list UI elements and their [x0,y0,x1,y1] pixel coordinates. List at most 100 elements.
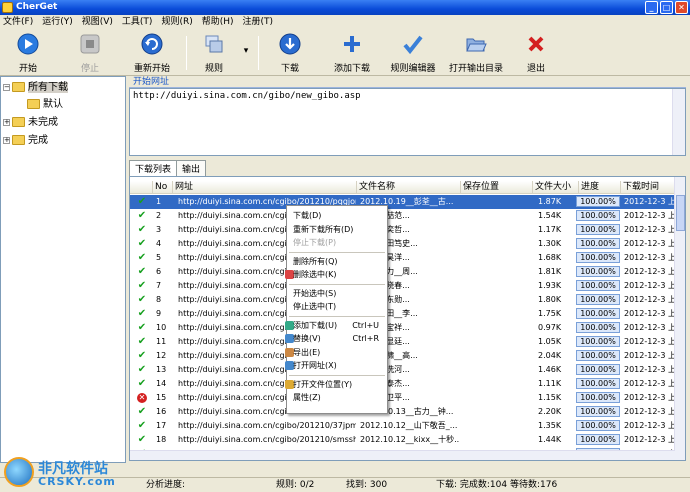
menu-help[interactable]: 帮助(H) [199,15,240,29]
url-scrollbar[interactable] [672,89,685,155]
rules-icon [205,35,223,53]
minimize-button[interactable]: _ [645,1,658,14]
context-menu-item[interactable]: 删除选中(K) [285,268,387,281]
tree-node-default[interactable]: 默认 [27,97,63,113]
menu-register[interactable]: 注册(T) [240,15,280,29]
rules-dropdown-arrow[interactable]: ▾ [240,46,252,56]
col-file-size[interactable]: 文件大小 [532,181,578,194]
check-icon: ✔ [137,435,147,445]
table-row[interactable]: ✔ 17 http://duiyi.sina.com.cn/cgibo/201210… [130,419,675,433]
context-menu-item[interactable]: 停止下载(P) [287,236,387,249]
table-row[interactable]: ✔ 6 http://duiyi.sina.com.cn/cgi 17__古力__周.… [130,265,675,279]
table-row[interactable]: ✔13http://duiyi.sina.com.cn/cgi15__罗洗河..… [130,363,675,377]
cell-progress: 100.00% [576,364,620,375]
cell-no: 11 [156,337,167,346]
cell-time: 2012-12-3 上 [624,267,674,276]
download-list: No 网址 文件名称 保存位置 文件大小 进度 下载时间 ✔ 1 http://du… [129,176,686,461]
col-progress[interactable]: 进度 [578,181,620,194]
col-save-location[interactable]: 保存位置 [460,181,532,194]
context-menu-item[interactable]: 打开文件位置(Y) [285,378,387,391]
cell-size: 1.54K [538,211,562,220]
table-row[interactable]: ✔5http://duiyi.sina.com.cn/cgi18__王昊洋...… [130,251,675,265]
add-download-button[interactable]: 添加下载 [330,33,374,74]
menu-file[interactable]: 文件(F) [0,15,39,29]
cell-time: 2012-12-3 上 [624,239,674,248]
cell-progress: 100.00% [576,336,620,347]
start-url-textarea[interactable]: http://duiyi.sina.com.cn/gibo/new_gibo.a… [129,88,686,156]
table-row[interactable]: ✔10http://duiyi.sina.com.cn/cgi16__白宝祥..… [130,321,675,335]
context-menu-item[interactable]: 开始选中(S) [287,287,387,300]
context-menu-item[interactable]: 停止选中(T) [287,300,387,313]
scroll-thumb[interactable] [676,195,685,231]
open-output-button[interactable]: 打开输出目录 [446,33,506,74]
tree-node-unfinished[interactable]: + 未完成 [3,115,58,131]
cell-size: 2.20K [538,407,562,416]
edit-icon [403,35,423,55]
cell-progress: 100.00% [576,308,620,319]
col-status[interactable] [130,181,152,194]
cell-size: 0.97K [538,323,562,332]
maximize-button[interactable]: □ [660,1,673,14]
tree-node-finished[interactable]: + 完成 [3,133,48,149]
menu-rules[interactable]: 规则(R) [158,15,198,29]
start-button[interactable]: 开始 [10,33,46,74]
col-download-time[interactable]: 下载时间 [620,181,675,194]
col-no[interactable]: No [152,181,172,194]
table-row[interactable]: ✔2http://duiyi.sina.com.cn/cgi19__李喆范...… [130,209,675,223]
tree-label-default: 默认 [43,99,63,110]
check-icon: ✔ [137,239,147,249]
check-icon: ✔ [137,281,147,291]
table-row[interactable]: ✔11http://duiyi.sina.com.cn/cgi16__朱显廷..… [130,335,675,349]
table-row[interactable]: ✕15http://duiyi.sina.com.cn/cgi13__聂卫平..… [130,391,675,405]
rules-button[interactable]: 规则 [196,33,232,74]
rule-editor-button[interactable]: 规则编辑器 [388,33,438,74]
context-menu-item[interactable]: 下载(D) [287,209,387,222]
tree-node-all[interactable]: − 所有下载 [3,80,68,96]
context-menu-item[interactable]: 替换(V) Ctrl+R [285,332,387,345]
context-menu-item[interactable]: 导出(E) [285,346,387,359]
table-row[interactable]: ✔ 12 http://duiyi.sina.com.cn/cgi 16__檀啸__高… [130,349,675,363]
tab-download-list[interactable]: 下载列表 [129,160,178,177]
table-row[interactable]: ✔14http://duiyi.sina.com.cn/cgi15__李泰杰..… [130,377,675,391]
table-row[interactable]: ✔ 1 http://duiyi.sina.com.cn/cgibo/201210/… [130,195,675,209]
tree-label-all: 所有下载 [28,82,68,93]
list-hscrollbar[interactable] [130,450,675,460]
stop-button[interactable]: 停止 [72,33,108,74]
collapse-icon[interactable]: − [3,83,10,91]
context-menu-label: 重新下载所有(D) [293,224,354,234]
table-row[interactable]: ✔8http://duiyi.sina.com.cn/cgi17__李东勋...… [130,293,675,307]
menu-separator [289,283,385,285]
col-url[interactable]: 网址 [172,181,356,194]
check-icon: ✔ [137,267,147,277]
table-row[interactable]: ✔3http://duiyi.sina.com.cn/cgi18__唐奕哲...… [130,223,675,237]
table-row[interactable]: ✔7http://duiyi.sina.com.cn/cgi17__马晓春...… [130,279,675,293]
list-vscrollbar[interactable] [674,177,685,460]
context-menu-item[interactable]: 属性(Z) [287,391,387,404]
stop-label: 停止 [80,64,99,74]
cell-time: 2012-12-3 上 [624,281,674,290]
context-menu-item[interactable]: 添加下载(U) Ctrl+U [285,319,387,332]
table-row[interactable]: ✔ 18 http://duiyi.sina.com.cn/cgibo/201210… [130,433,675,447]
menu-tools[interactable]: 工具(T) [119,15,159,29]
table-row[interactable]: ✔ 16 http://duiyi.sina.com.cn/cgi 2012.10.1… [130,405,675,419]
close-button[interactable]: ✕ [675,1,688,14]
exit-button[interactable]: 退出 [518,33,554,74]
context-menu-item[interactable]: 删除所有(Q) [287,255,387,268]
title-bar[interactable]: CherGet _ □ ✕ [0,0,690,15]
start-url-panel: 开始网址 http://duiyi.sina.com.cn/gibo/new_g… [129,76,686,156]
tab-output[interactable]: 输出 [176,160,207,176]
table-row[interactable]: ✔ 4 http://duiyi.sina.com.cn/cgi 18__伊田笃史..… [130,237,675,251]
menu-run[interactable]: 运行(Y) [39,15,79,29]
col-filename[interactable]: 文件名称 [356,181,460,194]
table-row[interactable]: ✔ 9 http://duiyi.sina.com.cn/cgi 17__明田__李.… [130,307,675,321]
context-menu-item[interactable]: 重新下载所有(D) [287,223,387,236]
restart-button[interactable]: 重新开始 [128,33,176,74]
open-output-label: 打开输出目录 [448,64,503,74]
expand-icon[interactable]: + [3,118,10,126]
download-button[interactable]: 下载 [272,33,308,74]
context-menu-label: 开始选中(S) [293,288,337,298]
expand-icon[interactable]: + [3,136,10,144]
menu-view[interactable]: 视图(V) [79,15,119,29]
cell-size: 1.30K [538,239,562,248]
context-menu-item[interactable]: 打开网址(X) [285,359,387,372]
